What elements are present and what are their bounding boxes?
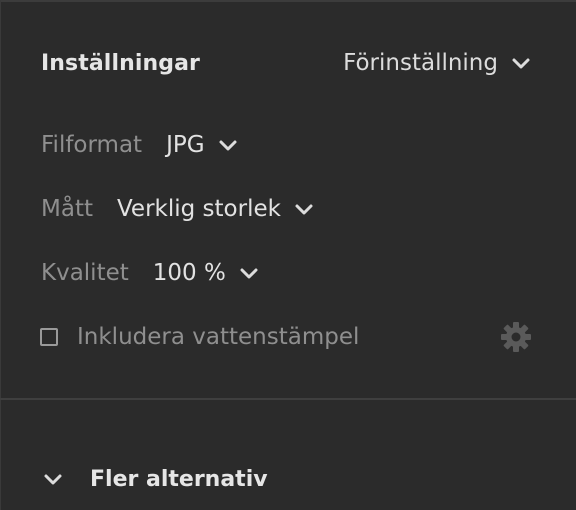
- quality-row: Kvalitet 100 %: [41, 255, 260, 291]
- chevron-down-icon: [42, 468, 64, 490]
- dimensions-label: Mått: [41, 196, 93, 222]
- quality-label: Kvalitet: [41, 260, 129, 286]
- file-format-row: Filformat JPG: [41, 127, 239, 163]
- section-divider: [0, 398, 576, 400]
- chevron-down-icon: [293, 198, 315, 220]
- preset-dropdown[interactable]: Förinställning: [343, 50, 532, 76]
- more-options-toggle[interactable]: Fler alternativ: [42, 460, 268, 498]
- dimensions-value: Verklig storlek: [116, 196, 281, 222]
- dimensions-row: Mått Verklig storlek: [41, 191, 315, 227]
- settings-title: Inställningar: [41, 50, 200, 76]
- top-divider: [0, 0, 576, 2]
- panel-edge: [0, 0, 1, 510]
- chevron-down-icon: [510, 52, 532, 74]
- watermark-row: Inkludera vattenstämpel: [40, 318, 532, 356]
- chevron-down-icon: [238, 262, 260, 284]
- file-format-label: Filformat: [41, 132, 143, 158]
- watermark-checkbox[interactable]: [40, 328, 58, 346]
- more-options-label: Fler alternativ: [90, 466, 268, 492]
- quality-value: 100 %: [152, 260, 226, 286]
- quality-dropdown[interactable]: 100 %: [153, 260, 260, 286]
- gear-icon[interactable]: [500, 321, 532, 353]
- dimensions-dropdown[interactable]: Verklig storlek: [117, 196, 315, 222]
- preset-label: Förinställning: [343, 50, 498, 76]
- file-format-dropdown[interactable]: JPG: [166, 132, 238, 158]
- file-format-value: JPG: [166, 132, 205, 158]
- settings-header: Inställningar Förinställning: [41, 44, 532, 82]
- chevron-down-icon: [217, 134, 239, 156]
- watermark-label[interactable]: Inkludera vattenstämpel: [77, 324, 500, 350]
